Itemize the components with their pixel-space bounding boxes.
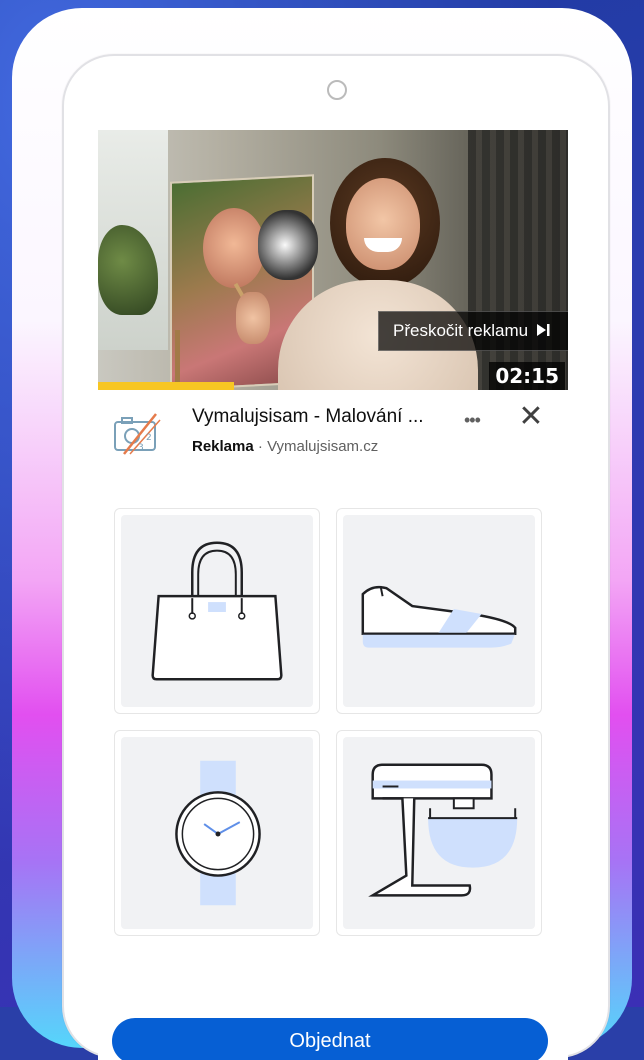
- sneaker-icon: [361, 585, 517, 648]
- phone-screen: Přeskočit reklamu 02:15 2 3 Vymalujsisam…: [98, 130, 568, 1060]
- svg-text:3: 3: [138, 443, 144, 453]
- ad-progress-bar: [98, 382, 235, 390]
- advertiser-logo-icon[interactable]: 2 3: [112, 410, 164, 456]
- more-options-icon[interactable]: •••: [464, 410, 492, 430]
- product-image: [343, 515, 535, 707]
- close-icon[interactable]: ✕: [516, 400, 546, 434]
- svg-text:2: 2: [146, 433, 152, 443]
- sponsored-label: Reklama: [192, 438, 254, 455]
- camera-icon: [327, 80, 347, 100]
- product-image: [121, 737, 313, 929]
- product-card-sneaker[interactable]: [336, 508, 542, 714]
- video-scene-painted-face: [203, 208, 265, 288]
- video-scene-painted-dog: [258, 210, 318, 280]
- video-player[interactable]: Přeskočit reklamu 02:15: [98, 130, 568, 390]
- phone-frame: Přeskočit reklamu 02:15 2 3 Vymalujsisam…: [62, 54, 610, 1060]
- video-scene-person-face: [346, 178, 420, 270]
- handbag-icon: [151, 541, 283, 681]
- skip-ad-button[interactable]: Přeskočit reklamu: [378, 311, 568, 351]
- video-scene-shelf: [468, 130, 568, 390]
- skip-ad-label: Přeskočit reklamu: [393, 321, 529, 340]
- ad-subtitle: Reklama · Vymalujsisam.cz: [192, 438, 378, 455]
- subtitle-separator: ·: [253, 438, 268, 455]
- ad-domain[interactable]: Vymalujsisam.cz: [267, 438, 378, 455]
- product-card-handbag[interactable]: [114, 508, 320, 714]
- ad-title[interactable]: Vymalujsisam - Malování ...: [192, 406, 464, 428]
- wristwatch-icon: [175, 760, 261, 906]
- product-card-wristwatch[interactable]: [114, 730, 320, 936]
- ad-timer: 02:15: [489, 362, 565, 390]
- product-image: [121, 515, 313, 707]
- skip-next-icon: [536, 323, 550, 340]
- product-image: [343, 737, 535, 929]
- order-button[interactable]: Objednat: [112, 1018, 548, 1060]
- stand-mixer-icon: [368, 763, 518, 897]
- video-scene-hand: [236, 292, 270, 344]
- product-card-stand-mixer[interactable]: [336, 730, 542, 936]
- ad-info-row: 2 3 Vymalujsisam - Malování ... Reklama …: [98, 390, 568, 474]
